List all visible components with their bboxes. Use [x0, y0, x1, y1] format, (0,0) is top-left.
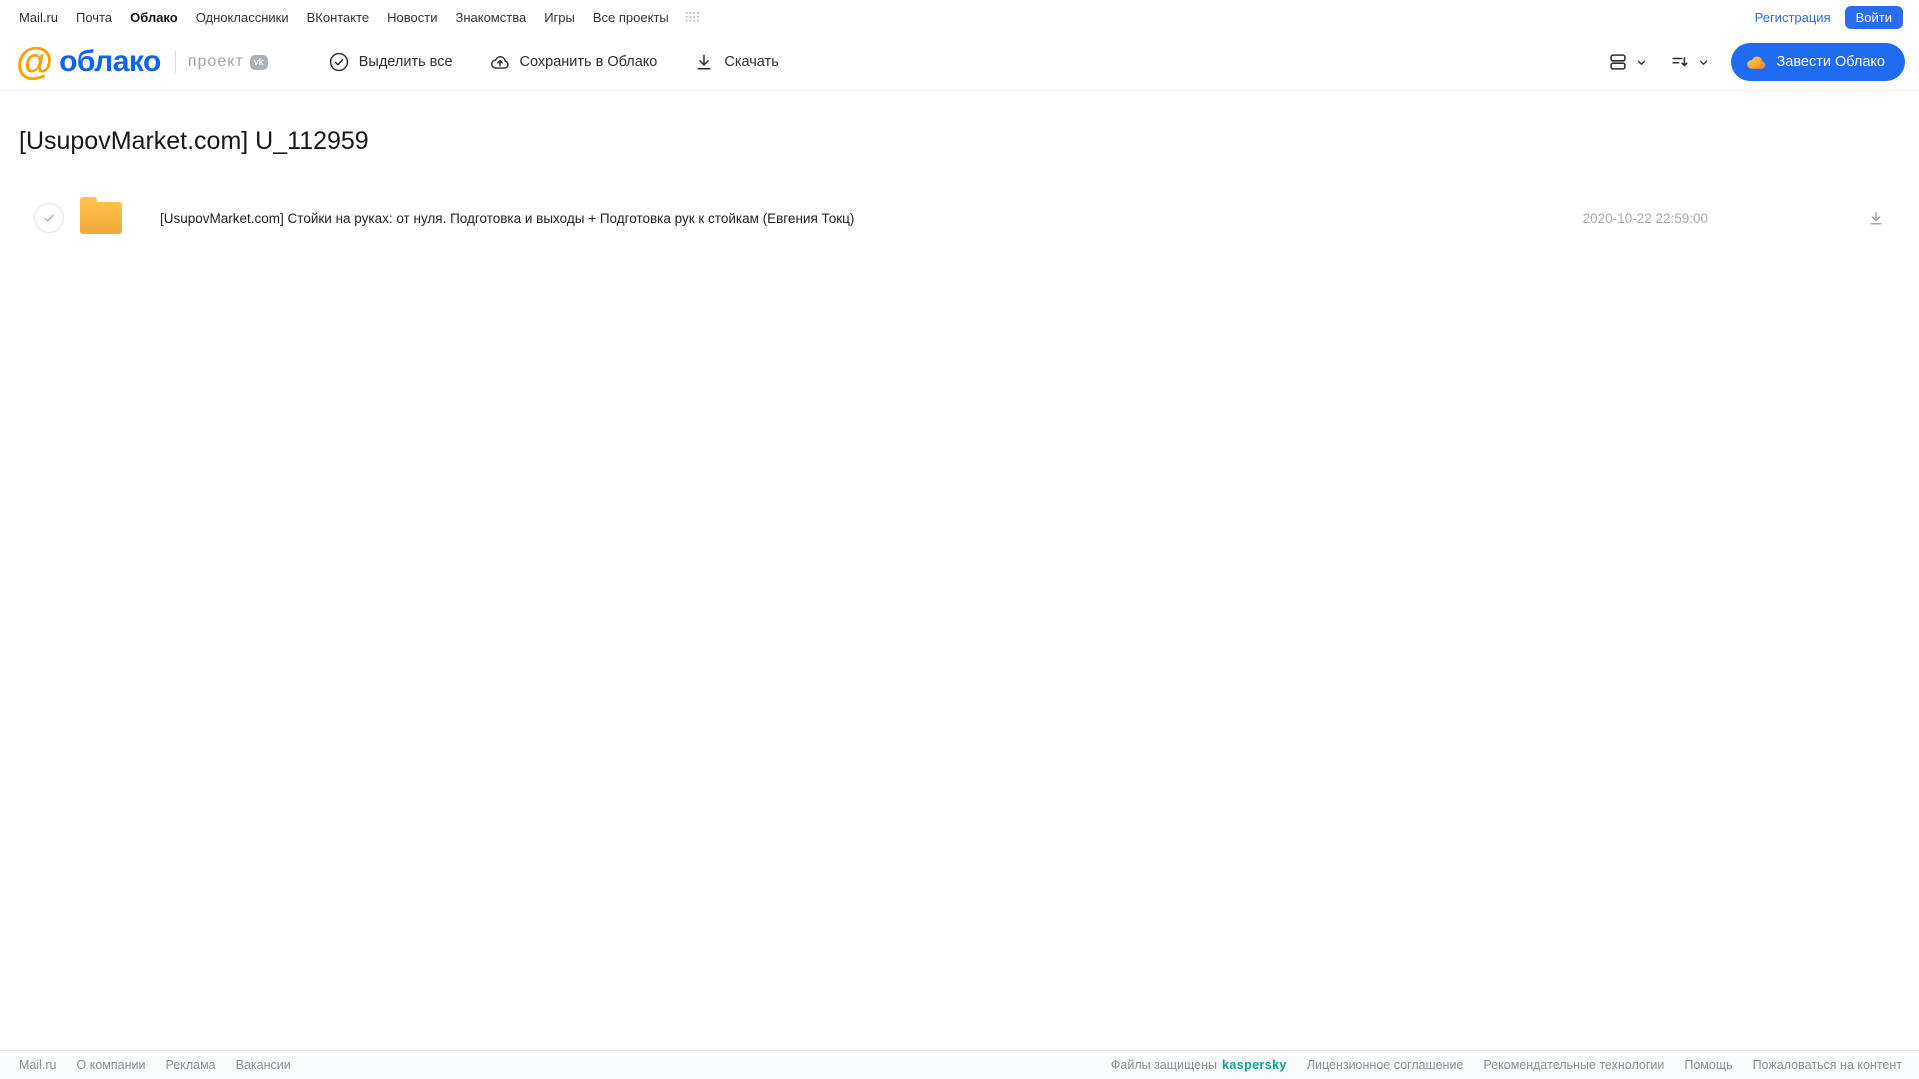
folder-icon [80, 197, 122, 234]
create-cloud-button[interactable]: Завести Облако [1730, 43, 1905, 81]
apps-grid-icon[interactable] [685, 11, 700, 23]
footer-license-link[interactable]: Лицензионное соглашение [1307, 1058, 1464, 1072]
nav-znakomstva[interactable]: Знакомства [455, 10, 526, 25]
chevron-down-icon [1637, 60, 1645, 65]
nav-novosti[interactable]: Новости [387, 10, 437, 25]
row-download-icon[interactable] [1866, 208, 1886, 228]
check-circle-icon [329, 52, 348, 72]
footer-jobs-link[interactable]: Вакансии [236, 1058, 291, 1072]
nav-oblako[interactable]: Облако [130, 10, 178, 25]
footer-left-links: Mail.ru О компании Реклама Вакансии [19, 1058, 291, 1072]
save-to-cloud-label: Сохранить в Облако [519, 54, 658, 70]
footer-report-link[interactable]: Пожаловаться на контент [1753, 1058, 1902, 1072]
footer-mailru-link[interactable]: Mail.ru [19, 1058, 57, 1072]
portal-nav-links: Mail.ru Почта Облако Одноклассники ВКонт… [19, 10, 700, 25]
sort-dropdown[interactable] [1669, 51, 1711, 73]
list-view-icon [1609, 54, 1626, 70]
view-mode-dropdown[interactable] [1607, 51, 1649, 73]
footer-recommendations-link[interactable]: Рекомендательные технологии [1483, 1058, 1664, 1072]
select-all-button[interactable]: Выделить все [328, 51, 453, 73]
protected-label: Файлы защищены [1110, 1058, 1218, 1072]
nav-vkontakte[interactable]: ВКонтакте [307, 10, 370, 25]
kaspersky-protection: Файлы защищены kaspersky [1111, 1058, 1287, 1072]
nav-igry[interactable]: Игры [544, 10, 575, 25]
page-title: [UsupovMarket.com] U_112959 [19, 127, 369, 155]
cloud-header: @ облако проект vk Выделить все Сохранит… [0, 34, 1919, 91]
nav-mailru[interactable]: Mail.ru [19, 10, 58, 25]
portal-navbar: Mail.ru Почта Облако Одноклассники ВКонт… [0, 0, 1919, 34]
kaspersky-logo[interactable]: kaspersky [1222, 1058, 1287, 1072]
project-label: проект [187, 53, 244, 70]
select-all-label: Выделить все [358, 54, 453, 70]
nav-vse-proekty[interactable]: Все проекты [593, 10, 669, 25]
download-button[interactable]: Скачать [693, 51, 779, 73]
cloud-logo-text: облако [59, 45, 161, 78]
sort-icon [1671, 57, 1688, 67]
row-checkbox[interactable] [34, 203, 64, 233]
download-label: Скачать [724, 54, 779, 70]
header-right-controls: Завести Облако [1607, 43, 1905, 81]
file-name-link[interactable]: [UsupovMarket.com] Стойки на руках: от н… [160, 211, 854, 226]
cloud-mailru-page: Mail.ru Почта Облако Одноклассники ВКонт… [0, 0, 1919, 1079]
file-date: 2020-10-22 22:59:00 [1582, 210, 1708, 226]
check-icon [44, 214, 54, 222]
footer-about-link[interactable]: О компании [77, 1058, 146, 1072]
main-content: [UsupovMarket.com] U_112959 [UsupovMarke… [0, 127, 1919, 242]
save-to-cloud-button[interactable]: Сохранить в Облако [489, 51, 658, 73]
registration-link[interactable]: Регистрация [1755, 10, 1831, 25]
orange-cloud-icon [1746, 56, 1765, 69]
portal-nav-auth: Регистрация Войти [1755, 5, 1903, 29]
file-toolbar: Выделить все Сохранить в Облако Скачать [328, 51, 779, 73]
vk-badge-icon: vk [249, 54, 268, 70]
cloud-upload-icon [490, 56, 509, 69]
mailru-at-icon: @ [16, 41, 54, 83]
nav-pochta[interactable]: Почта [76, 10, 112, 25]
cloud-logo[interactable]: @ облако [16, 43, 161, 81]
chevron-down-icon [1699, 60, 1707, 65]
footer-right-links: Файлы защищены kaspersky Лицензионное со… [1111, 1058, 1902, 1072]
logo-divider [174, 51, 176, 73]
nav-odnoklassniki[interactable]: Одноклассники [196, 10, 289, 25]
create-cloud-label: Завести Облако [1776, 54, 1885, 70]
footer-help-link[interactable]: Помощь [1684, 1058, 1732, 1072]
footer-ads-link[interactable]: Реклама [165, 1058, 215, 1072]
login-button[interactable]: Войти [1844, 5, 1903, 29]
page-footer: Mail.ru О компании Реклама Вакансии Файл… [0, 1050, 1919, 1079]
file-row[interactable]: [UsupovMarket.com] Стойки на руках: от н… [19, 194, 1900, 242]
download-icon [697, 54, 711, 70]
